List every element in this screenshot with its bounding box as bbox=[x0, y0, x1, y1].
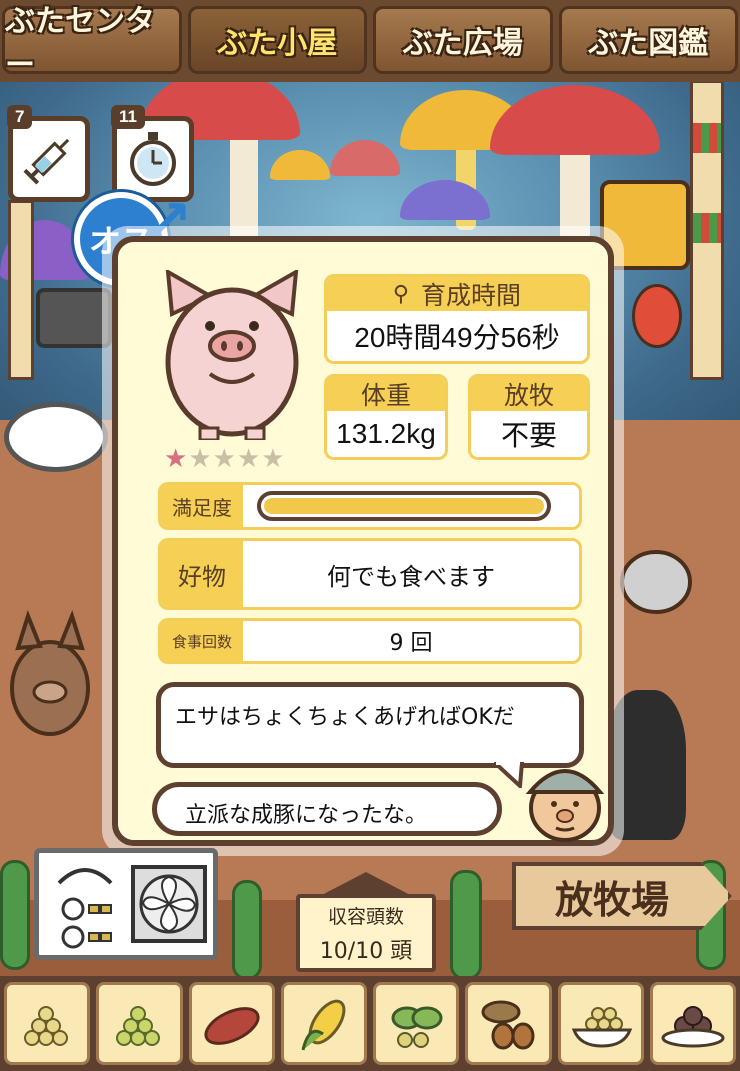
pig-status-panel: ★★★★★ ⚲ 育成時間 20時間49分56秒 体重 131.2kg 放牧 不要… bbox=[102, 226, 624, 856]
pasture-button[interactable]: 放牧場 bbox=[512, 862, 732, 930]
herbs-feed-icon bbox=[391, 1006, 443, 1048]
sweet-potato-icon bbox=[204, 1006, 260, 1045]
grazing-value: 不要 bbox=[500, 420, 557, 451]
star-icon: ★ bbox=[261, 444, 286, 474]
speech-bubble-tip: エサはちょくちょくあげればOKだ bbox=[156, 682, 584, 768]
premium-feed-icon bbox=[661, 1005, 725, 1047]
feed-button-grain[interactable] bbox=[4, 982, 91, 1065]
syringe-icon bbox=[23, 138, 70, 185]
syringe-item-button[interactable]: 7 bbox=[7, 105, 90, 202]
cactus bbox=[450, 870, 482, 980]
star-icon: ★ bbox=[236, 444, 262, 474]
feed-button-premium[interactable] bbox=[649, 982, 736, 1065]
speech-bubble-comment: 立派な成豚になったな。 bbox=[152, 782, 502, 836]
boar-right bbox=[620, 550, 692, 614]
satisfaction-row: 満足度 bbox=[158, 482, 582, 530]
satisfaction-bar-fill bbox=[264, 498, 544, 514]
growth-time-value: 20時間49分56秒 bbox=[354, 322, 560, 353]
tab-label: ぶたセンター bbox=[5, 4, 155, 83]
stopwatch-icon bbox=[130, 132, 176, 186]
dialogue-comment-text: 立派な成豚になったな。 bbox=[185, 803, 428, 828]
meal-count-row: 食事回数 9 回 bbox=[158, 618, 582, 664]
tab-label: ぶた小屋 bbox=[217, 26, 338, 61]
acorn-icon bbox=[481, 1000, 535, 1049]
cactus bbox=[0, 860, 30, 970]
tab-pig-center[interactable]: ぶたセンター bbox=[2, 4, 182, 83]
star-icon: ★ bbox=[212, 444, 237, 474]
grazing-label: 放牧 bbox=[471, 377, 587, 411]
feed-button-sweet-potato[interactable] bbox=[188, 982, 275, 1065]
pasture-button-label: 放牧場 bbox=[554, 877, 669, 922]
speech-tail bbox=[494, 762, 524, 788]
star-icon: ★ bbox=[164, 444, 189, 474]
top-tab-bar: ぶたセンター ぶた小屋 ぶた広場 ぶた図鑑 bbox=[0, 0, 740, 83]
growth-time-header: ⚲ 育成時間 bbox=[327, 277, 587, 311]
boar-left bbox=[10, 610, 90, 736]
feed-button-herbs[interactable] bbox=[373, 982, 460, 1065]
weight-label: 体重 bbox=[327, 377, 445, 411]
corn-icon bbox=[301, 999, 346, 1050]
meal-count-label: 食事回数 bbox=[161, 621, 243, 661]
pig-portrait bbox=[165, 270, 299, 440]
satisfaction-bar bbox=[257, 491, 551, 521]
weight-value: 131.2kg bbox=[336, 418, 436, 449]
fan-icon bbox=[57, 865, 207, 949]
grazing-box: 放牧 不要 bbox=[468, 374, 590, 460]
meal-count-value: 9 回 bbox=[389, 631, 433, 656]
dialogue-tip-text: エサはちょくちょくあげればOKだ bbox=[175, 705, 515, 730]
growth-time-label: 育成時間 bbox=[421, 281, 522, 310]
rating-stars: ★★★★★ bbox=[164, 444, 286, 474]
pig-status-card: ★★★★★ ⚲ 育成時間 20時間49分56秒 体重 131.2kg 放牧 不要… bbox=[112, 236, 614, 846]
tab-pig-barn[interactable]: ぶた小屋 bbox=[187, 6, 367, 74]
item-count: 11 bbox=[111, 105, 145, 129]
favorite-food-value: 何でも食べます bbox=[327, 562, 495, 591]
capacity-label: 収容頭数 bbox=[327, 905, 404, 928]
water-bowl bbox=[4, 402, 108, 472]
maraca-decoration bbox=[632, 284, 682, 348]
star-icon: ★ bbox=[188, 444, 213, 474]
item-count: 7 bbox=[7, 105, 33, 129]
climate-control-panel[interactable] bbox=[34, 848, 218, 960]
farmer-face bbox=[525, 769, 605, 842]
feed-selection-bar bbox=[0, 976, 740, 1071]
tab-label: ぶた図鑑 bbox=[588, 26, 709, 61]
favorite-food-label: 好物 bbox=[161, 541, 243, 607]
feed-button-corn[interactable] bbox=[280, 982, 367, 1065]
tab-pig-plaza[interactable]: ぶた広場 bbox=[373, 6, 553, 74]
tab-pig-encyclopedia[interactable]: ぶた図鑑 bbox=[558, 6, 738, 74]
totem-pole bbox=[690, 80, 724, 380]
capacity-board: 収容頭数 10/10 頭 bbox=[296, 894, 436, 972]
feed-button-green-grain[interactable] bbox=[96, 982, 183, 1065]
capacity-value: 10/10 頭 bbox=[319, 938, 413, 964]
satisfaction-label: 満足度 bbox=[161, 485, 243, 527]
weight-box: 体重 131.2kg bbox=[324, 374, 448, 460]
feed-button-bowl[interactable] bbox=[557, 982, 644, 1065]
camera-decoration bbox=[36, 288, 112, 348]
capacity-sign: 収容頭数 10/10 頭 bbox=[296, 872, 436, 972]
cactus bbox=[232, 880, 262, 980]
totem-pole bbox=[8, 200, 34, 380]
favorite-food-row: 好物 何でも食べます bbox=[158, 538, 582, 610]
growth-time-box: ⚲ 育成時間 20時間49分56秒 bbox=[324, 274, 590, 364]
key-icon: ⚲ bbox=[392, 281, 410, 307]
green-grain-feed-icon bbox=[116, 1005, 161, 1046]
feed-button-acorn[interactable] bbox=[465, 982, 552, 1065]
tab-label: ぶた広場 bbox=[402, 26, 523, 61]
grain-feed-icon bbox=[24, 1005, 69, 1046]
bowl-feed-icon bbox=[571, 1006, 632, 1048]
